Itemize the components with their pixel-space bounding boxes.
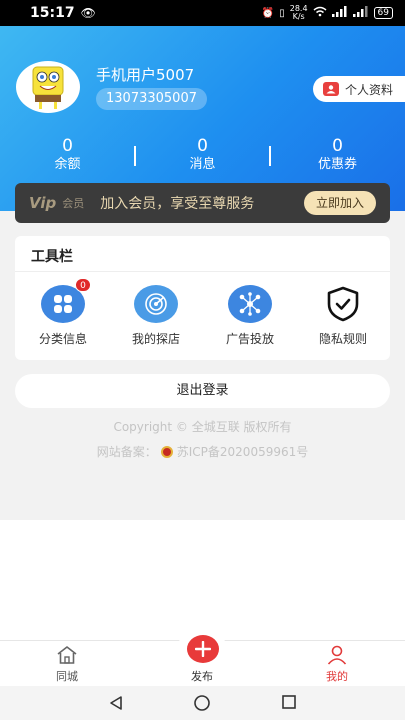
- police-emblem-icon: [160, 445, 173, 458]
- tab-mine[interactable]: 我的: [302, 645, 372, 684]
- alarm-icon: ⏰: [261, 7, 275, 19]
- stat-label: 消息: [189, 157, 216, 172]
- tool-my-shop-visits[interactable]: 我的探店: [114, 285, 198, 347]
- avatar-image: [32, 66, 64, 109]
- id-card-icon: [322, 82, 339, 96]
- signal-icon-2: [352, 6, 369, 20]
- grid-icon: 0: [41, 278, 91, 323]
- user-icon: [327, 645, 347, 665]
- profile-button[interactable]: 个人资料: [312, 76, 405, 102]
- vip-tag: 会员: [62, 197, 85, 210]
- back-icon[interactable]: [108, 695, 124, 711]
- icp-prefix: 网站备案：: [96, 445, 157, 459]
- toolbar-card: 工具栏 0 分类信息 我的探店 广告投放 隐私规则: [15, 236, 390, 360]
- recents-icon[interactable]: [281, 695, 297, 711]
- vip-logo: Vip: [29, 194, 57, 212]
- signal-icon: [331, 6, 348, 20]
- home-icon: [57, 646, 77, 664]
- stat-value: 0: [62, 136, 73, 156]
- notification-badge: 0: [75, 278, 91, 292]
- stat-divider: [269, 146, 271, 166]
- logout-button[interactable]: 退出登录: [15, 374, 390, 408]
- wifi-icon: [313, 6, 327, 20]
- divider: [15, 271, 390, 272]
- tool-label: 分类信息: [38, 332, 87, 346]
- stat-balance[interactable]: 0 余额: [0, 136, 135, 176]
- tab-label: 我的: [326, 670, 348, 683]
- shield-check-icon: [321, 285, 365, 323]
- tool-label: 广告投放: [225, 332, 274, 346]
- tab-label: 同城: [56, 670, 78, 683]
- radar-icon: [134, 285, 178, 323]
- profile-button-label: 个人资料: [344, 82, 393, 97]
- stat-coupons[interactable]: 0 优惠券: [270, 136, 405, 176]
- stat-messages[interactable]: 0 消息: [135, 136, 270, 176]
- copyright-text: Copyright © 全城互联 版权所有: [113, 420, 292, 434]
- publish-label: 发布: [191, 670, 213, 683]
- vibrate-icon: ▯: [279, 7, 285, 19]
- stat-label: 优惠券: [317, 157, 357, 172]
- stat-value: 0: [332, 136, 343, 156]
- publish-button[interactable]: [187, 635, 219, 663]
- tool-privacy-rules[interactable]: 隐私规则: [301, 285, 385, 347]
- status-bar: 15:17 👁 ⏰ ▯ 28.4 K/s 69: [0, 0, 405, 26]
- home-circle-icon[interactable]: [193, 695, 211, 713]
- system-nav-bar: [0, 686, 405, 720]
- toolbar-title: 工具栏: [31, 249, 73, 265]
- icp-record[interactable]: 网站备案： 苏ICP备2020059961号: [0, 443, 405, 460]
- tool-category-info[interactable]: 0 分类信息: [21, 278, 105, 347]
- user-name: 手机用户5007: [96, 66, 195, 84]
- network-icon: [228, 285, 272, 323]
- tab-local[interactable]: 同城: [32, 645, 102, 684]
- net-speed-unit: K/s: [292, 12, 305, 21]
- stats-row: 0 余额 0 消息 0 优惠券: [0, 136, 405, 176]
- tool-label: 我的探店: [131, 332, 180, 346]
- status-icons: ⏰ ▯ 28.4 K/s 69: [262, 5, 393, 21]
- eye-icon: 👁: [80, 6, 96, 20]
- status-time: 15:17: [30, 5, 75, 21]
- stat-value: 0: [197, 136, 208, 156]
- battery-icon: 69: [373, 7, 393, 19]
- join-vip-button[interactable]: 立即加入: [303, 191, 376, 215]
- stat-label: 余额: [54, 157, 81, 172]
- icp-number: 苏ICP备2020059961号: [176, 445, 309, 459]
- net-speed: 28.4 K/s: [290, 5, 308, 21]
- avatar[interactable]: [16, 61, 80, 113]
- tool-label: 隐私规则: [318, 332, 367, 346]
- vip-banner[interactable]: Vip 会员 加入会员，享受至尊服务 立即加入: [15, 183, 390, 223]
- vip-text: 加入会员，享受至尊服务: [100, 196, 255, 212]
- stat-divider: [134, 146, 136, 166]
- plus-icon: [195, 641, 211, 657]
- user-phone: 13073305007: [96, 88, 207, 110]
- tool-ad-placement[interactable]: 广告投放: [208, 285, 292, 347]
